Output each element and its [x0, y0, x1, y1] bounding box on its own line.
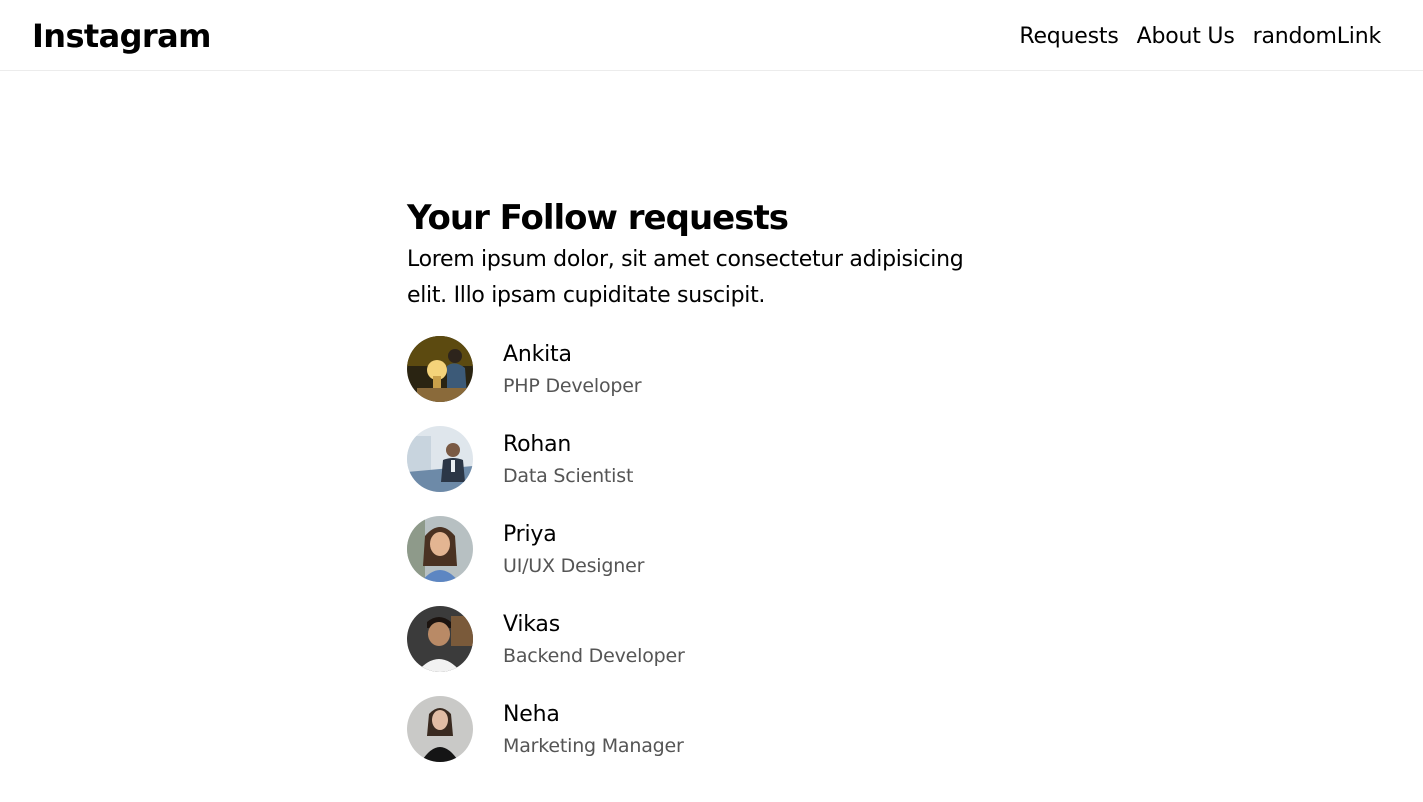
nav-link-requests[interactable]: Requests — [1019, 22, 1118, 52]
request-info: Vikas Backend Developer — [503, 606, 685, 670]
navbar: Instagram Requests About Us randomLink — [0, 0, 1423, 71]
request-name: Vikas — [503, 612, 560, 637]
request-name: Neha — [503, 702, 560, 727]
request-info: Priya UI/UX Designer — [503, 516, 644, 580]
request-info: Neha Marketing Manager — [503, 696, 684, 760]
list-item[interactable]: Vikas Backend Developer — [407, 606, 1027, 696]
nav-link-about-us[interactable]: About Us — [1137, 22, 1235, 52]
follow-request-list: Ankita PHP Developer Rohan Data Scientis… — [407, 336, 1027, 786]
nav-link-random[interactable]: randomLink — [1253, 22, 1382, 52]
request-role: Marketing Manager — [503, 735, 684, 757]
request-role: PHP Developer — [503, 375, 642, 397]
avatar-image — [407, 516, 473, 582]
avatar-image — [407, 696, 473, 762]
request-info: Rohan Data Scientist — [503, 426, 633, 490]
avatar — [407, 516, 473, 582]
list-item[interactable]: Priya UI/UX Designer — [407, 516, 1027, 606]
request-role: Backend Developer — [503, 645, 685, 667]
main-content: Your Follow requests Lorem ipsum dolor, … — [407, 196, 1027, 802]
page-title: Your Follow requests — [407, 198, 789, 238]
avatar — [407, 606, 473, 672]
avatar-image — [407, 606, 473, 672]
request-role: UI/UX Designer — [503, 555, 645, 577]
avatar-image — [407, 426, 473, 492]
avatar — [407, 336, 473, 402]
request-name: Ankita — [503, 342, 572, 367]
request-info: Ankita PHP Developer — [503, 336, 642, 400]
page-description: Lorem ipsum dolor, sit amet consectetur … — [407, 247, 964, 308]
list-item[interactable]: Ankita PHP Developer — [407, 336, 1027, 426]
list-item[interactable]: Neha Marketing Manager — [407, 696, 1027, 786]
request-name: Rohan — [503, 432, 572, 457]
list-item[interactable]: Rohan Data Scientist — [407, 426, 1027, 516]
request-name: Priya — [503, 522, 557, 547]
avatar — [407, 426, 473, 492]
brand-logo[interactable]: Instagram — [32, 16, 211, 56]
nav-links: Requests About Us randomLink — [1019, 22, 1381, 52]
avatar-image — [407, 336, 473, 402]
request-role: Data Scientist — [503, 465, 634, 487]
avatar — [407, 696, 473, 762]
